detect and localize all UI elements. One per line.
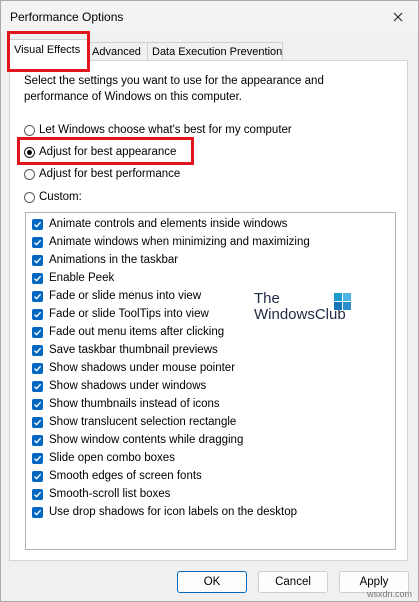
checkbox-checked[interactable] xyxy=(32,416,43,428)
checkbox-checked[interactable] xyxy=(32,272,43,284)
item-label: Slide open combo boxes xyxy=(49,452,175,464)
ok-button[interactable]: OK xyxy=(177,571,247,593)
item-label: Fade or slide menus into view xyxy=(49,290,202,302)
list-item[interactable]: Use drop shadows for icon labels on the … xyxy=(32,503,297,521)
list-item[interactable]: Fade out menu items after clicking xyxy=(32,323,224,341)
radio-best-appearance[interactable]: Adjust for best appearance xyxy=(24,146,176,158)
item-label: Fade out menu items after clicking xyxy=(49,326,225,338)
item-label: Save taskbar thumbnail previews xyxy=(49,344,218,356)
radio-button-checked[interactable] xyxy=(24,146,35,158)
item-label: Smooth edges of screen fonts xyxy=(49,470,202,482)
checkmark-icon xyxy=(34,221,42,228)
item-label: Show window contents while dragging xyxy=(49,434,244,446)
watermark-line-1: The xyxy=(254,290,280,307)
checkmark-icon xyxy=(34,365,42,372)
checkbox-checked[interactable] xyxy=(32,290,43,302)
window-title: Performance Options xyxy=(10,10,124,24)
item-label: Enable Peek xyxy=(49,272,115,284)
tab-visual-effects[interactable]: Visual Effects xyxy=(9,39,89,62)
watermark-line-2: WindowsClub xyxy=(254,306,346,323)
item-label: Animate controls and elements inside win… xyxy=(49,218,288,230)
list-item[interactable]: Show shadows under windows xyxy=(32,377,206,395)
list-item[interactable]: Show shadows under mouse pointer xyxy=(32,359,235,377)
title-bar[interactable]: Performance Options xyxy=(1,1,418,33)
item-label: Animate windows when minimizing and maxi… xyxy=(49,236,310,248)
radio-button[interactable] xyxy=(24,191,35,203)
radio-button[interactable] xyxy=(24,168,35,180)
list-item[interactable]: Enable Peek xyxy=(32,269,114,287)
radio-label: Adjust for best appearance xyxy=(39,146,177,158)
panel-description: Select the settings you want to use for … xyxy=(24,75,324,103)
list-item[interactable]: Animate windows when minimizing and maxi… xyxy=(32,233,310,251)
checkbox-checked[interactable] xyxy=(32,344,43,356)
checkbox-checked[interactable] xyxy=(32,218,43,230)
list-item[interactable]: Slide open combo boxes xyxy=(32,449,175,467)
checkmark-icon xyxy=(34,473,42,480)
windows-logo-icon xyxy=(334,293,351,310)
list-item[interactable]: Fade or slide menus into view xyxy=(32,287,201,305)
checkbox-checked[interactable] xyxy=(32,434,43,446)
item-label: Show shadows under windows xyxy=(49,380,207,392)
item-label: Animations in the taskbar xyxy=(49,254,179,266)
checkbox-checked[interactable] xyxy=(32,308,43,320)
checkbox-checked[interactable] xyxy=(32,398,43,410)
item-label: Fade or slide ToolTips into view xyxy=(49,308,209,320)
close-icon xyxy=(393,12,403,22)
checkbox-checked[interactable] xyxy=(32,326,43,338)
tab-advanced[interactable]: Advanced xyxy=(87,42,149,61)
item-label: Show shadows under mouse pointer xyxy=(49,362,236,374)
list-item[interactable]: Fade or slide ToolTips into view xyxy=(32,305,209,323)
checkmark-icon xyxy=(34,311,42,318)
checkbox-checked[interactable] xyxy=(32,362,43,374)
radio-label: Adjust for best performance xyxy=(39,168,181,180)
list-item[interactable]: Show window contents while dragging xyxy=(32,431,243,449)
checkmark-icon xyxy=(34,329,42,336)
list-item[interactable]: Save taskbar thumbnail previews xyxy=(32,341,218,359)
checkmark-icon xyxy=(34,401,42,408)
checkbox-checked[interactable] xyxy=(32,236,43,248)
radio-let-windows-choose[interactable]: Let Windows choose what's best for my co… xyxy=(24,124,292,136)
checkbox-checked[interactable] xyxy=(32,506,43,518)
list-item[interactable]: Show translucent selection rectangle xyxy=(32,413,236,431)
checkmark-icon xyxy=(34,347,42,354)
checkmark-icon xyxy=(34,437,42,444)
radio-label: Custom: xyxy=(39,191,82,203)
checkmark-icon xyxy=(34,491,42,498)
list-item[interactable]: Animate controls and elements inside win… xyxy=(32,215,287,233)
cancel-button[interactable]: Cancel xyxy=(258,571,328,593)
radio-label: Let Windows choose what's best for my co… xyxy=(39,124,292,136)
effects-list[interactable]: Animate controls and elements inside win… xyxy=(25,212,396,550)
checkmark-icon xyxy=(34,275,42,282)
tab-data-execution-prevention[interactable]: Data Execution Prevention xyxy=(147,42,283,61)
list-item[interactable]: Animations in the taskbar xyxy=(32,251,178,269)
radio-best-performance[interactable]: Adjust for best performance xyxy=(24,168,180,180)
checkmark-icon xyxy=(34,419,42,426)
corner-watermark-text: wsxdn.com xyxy=(366,589,412,599)
item-label: Smooth-scroll list boxes xyxy=(49,488,171,500)
checkbox-checked[interactable] xyxy=(32,470,43,482)
checkbox-checked[interactable] xyxy=(32,380,43,392)
item-label: Show thumbnails instead of icons xyxy=(49,398,220,410)
checkmark-icon xyxy=(34,383,42,390)
radio-button[interactable] xyxy=(24,124,35,136)
item-label: Show translucent selection rectangle xyxy=(49,416,237,428)
watermark-logo: The WindowsClub xyxy=(254,290,351,323)
checkmark-icon xyxy=(34,257,42,264)
list-item[interactable]: Smooth edges of screen fonts xyxy=(32,467,202,485)
list-item[interactable]: Smooth-scroll list boxes xyxy=(32,485,170,503)
checkbox-checked[interactable] xyxy=(32,254,43,266)
checkmark-icon xyxy=(34,455,42,462)
checkbox-checked[interactable] xyxy=(32,488,43,500)
radio-custom[interactable]: Custom: xyxy=(24,191,82,203)
list-item[interactable]: Show thumbnails instead of icons xyxy=(32,395,220,413)
item-label: Use drop shadows for icon labels on the … xyxy=(49,506,298,518)
checkmark-icon xyxy=(34,293,42,300)
performance-options-window: Performance Options Visual Effects Advan… xyxy=(0,0,419,602)
checkmark-icon xyxy=(34,509,42,516)
close-button[interactable] xyxy=(386,5,410,29)
checkmark-icon xyxy=(34,239,42,246)
checkbox-checked[interactable] xyxy=(32,452,43,464)
